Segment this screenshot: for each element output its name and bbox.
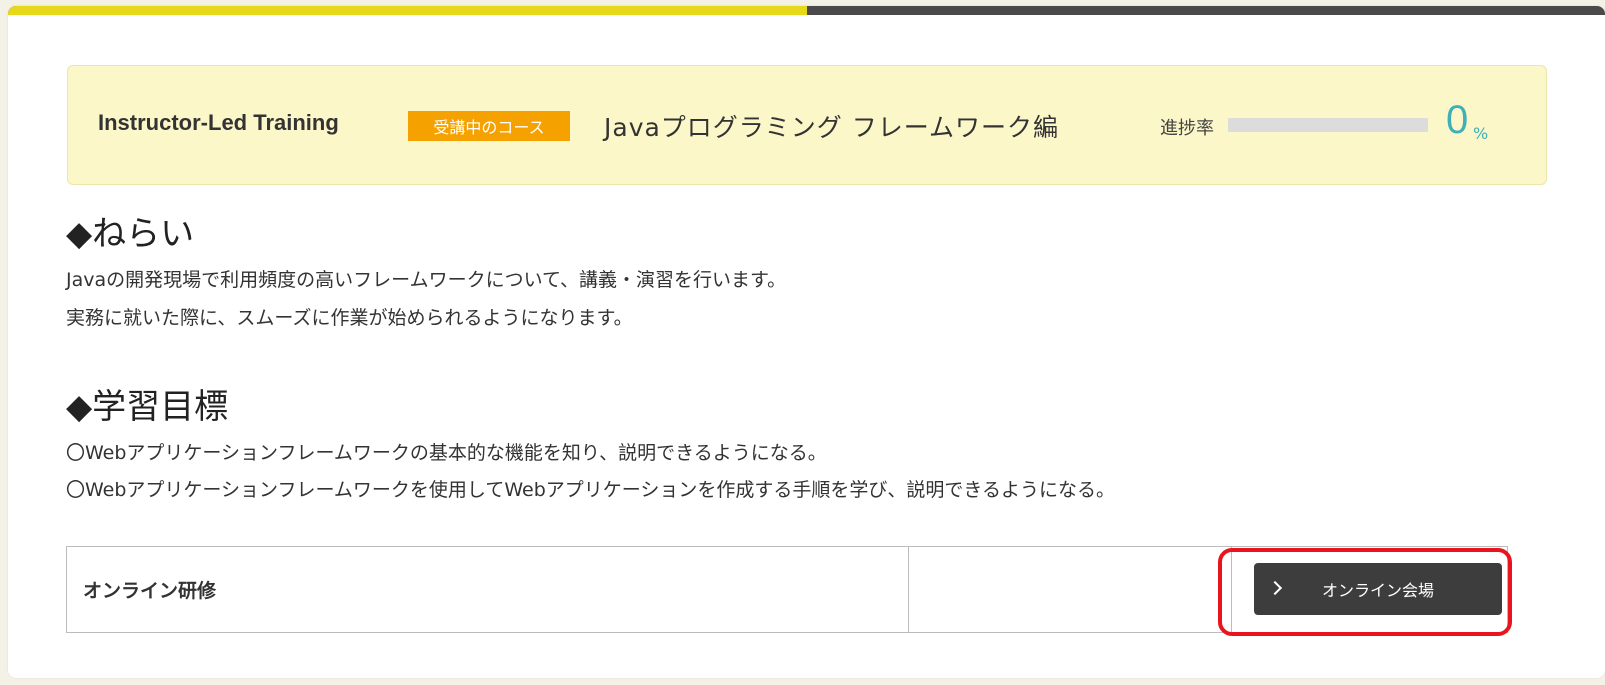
status-badge: 受講中のコース — [408, 111, 570, 141]
goals-heading: ◆学習目標 — [66, 387, 229, 427]
goals-line-1: 〇Webアプリケーションフレームワークの基本的な機能を知り、説明できるようになる… — [66, 442, 827, 464]
online-venue-button[interactable]: オンライン会場 — [1254, 563, 1502, 615]
aims-line-2: 実務に就いた際に、スムーズに作業が始められるようになります。 — [66, 307, 633, 329]
table-row: オンライン研修 オンライン会場 — [66, 546, 1508, 633]
progress-value: 0 — [1446, 98, 1469, 142]
course-title: Javaプログラミング フレームワーク編 — [604, 113, 1060, 142]
course-card: Instructor-Led Training 受講中のコース Javaプログラ… — [8, 6, 1605, 678]
chevron-right-icon — [1267, 580, 1283, 596]
session-name: オンライン研修 — [66, 546, 909, 633]
aims-heading: ◆ねらい — [66, 214, 195, 254]
course-progress-fill — [8, 6, 807, 15]
session-table: オンライン研修 オンライン会場 — [66, 546, 1508, 633]
online-venue-button-label: オンライン会場 — [1321, 581, 1434, 600]
progress-unit: % — [1473, 124, 1489, 143]
session-action-cell: オンライン会場 — [1231, 546, 1508, 633]
progress-track — [1228, 118, 1428, 132]
program-label: Instructor-Led Training — [98, 110, 339, 135]
progress-label: 進捗率 — [1160, 118, 1214, 139]
course-header: Instructor-Led Training 受講中のコース Javaプログラ… — [67, 65, 1547, 185]
course-progress-bar — [8, 6, 1605, 15]
aims-line-1: Javaの開発現場で利用頻度の高いフレームワークについて、講義・演習を行います。 — [66, 269, 787, 291]
session-empty-cell — [908, 546, 1232, 633]
goals-line-2: 〇Webアプリケーションフレームワークを使用してWebアプリケーションを作成する… — [66, 479, 1115, 501]
